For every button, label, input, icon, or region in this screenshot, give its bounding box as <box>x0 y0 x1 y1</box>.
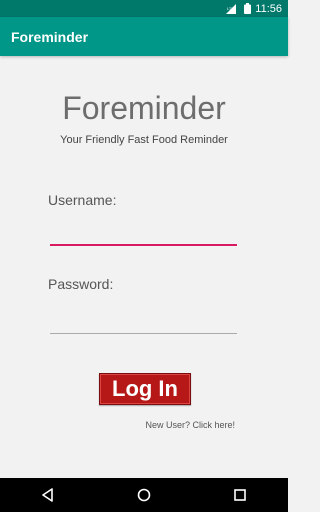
logo-text: Foreminder <box>62 90 226 126</box>
signal-badge: LTE <box>227 6 234 11</box>
recents-icon[interactable] <box>220 478 260 512</box>
navigation-bar <box>0 478 288 512</box>
new-user-link[interactable]: New User? Click here! <box>145 420 235 430</box>
login-form: Foreminder Your Friendly Fast Food Remin… <box>0 56 288 478</box>
app-bar: Foreminder <box>0 17 288 56</box>
app-title: Foreminder <box>11 28 89 45</box>
username-field[interactable] <box>50 220 237 246</box>
login-button[interactable]: Log In <box>99 373 191 405</box>
status-bar: LTE 11:56 <box>0 0 288 17</box>
password-label: Password: <box>48 276 114 292</box>
back-icon[interactable] <box>28 478 68 512</box>
signal-icon: LTE <box>226 3 240 14</box>
home-icon[interactable] <box>124 478 164 512</box>
status-time: 11:56 <box>255 2 282 15</box>
username-label: Username: <box>48 192 117 208</box>
battery-icon <box>244 3 252 14</box>
tagline: Your Friendly Fast Food Reminder <box>60 134 228 146</box>
password-field[interactable] <box>50 309 237 334</box>
